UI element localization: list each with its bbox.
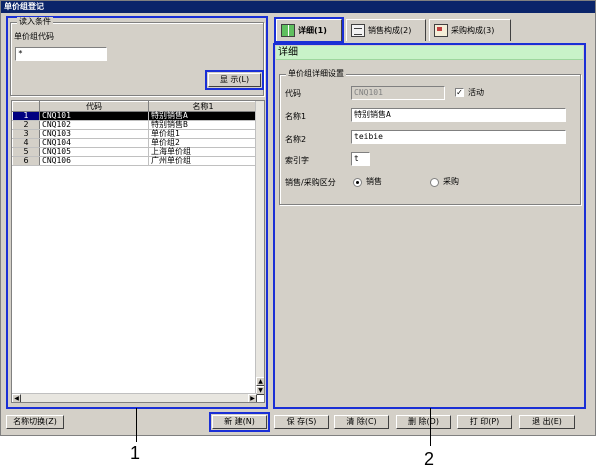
unit-group-code-input[interactable]: * <box>15 47 107 61</box>
name-switch-button[interactable]: 名称切换(Z) <box>6 415 64 429</box>
tab-sales-composition[interactable]: 销售构成(2) <box>346 19 426 41</box>
division-label: 销售/采购区分 <box>285 178 336 187</box>
active-checkbox[interactable]: ✓ <box>455 88 464 97</box>
grid-corner <box>12 101 40 112</box>
grid-vertical-scrollbar[interactable]: ▼ ▲ <box>255 101 264 395</box>
display-button[interactable]: 显 示(L) <box>205 70 264 90</box>
active-label: 活动 <box>468 88 484 97</box>
unit-group-grid[interactable]: 代码 名称1 1 CNQ101 特别销售A 2 CNQ102 特别销售B 3 C… <box>11 100 265 403</box>
scroll-right-icon[interactable]: ▶ <box>248 394 257 402</box>
detail-header: 详细 <box>276 46 583 60</box>
grid-horizontal-scrollbar[interactable]: ◀ ▶ <box>12 393 257 402</box>
clear-button[interactable]: 清 除(C) <box>334 415 389 429</box>
name2-label: 名称2 <box>285 135 307 144</box>
sales-label: 销售 <box>366 177 382 186</box>
detail-settings-group: 单价组详细设置 代码 CNQ101 ✓ 活动 名称1 特别销售A 名称2 tei… <box>279 69 581 205</box>
name1-label: 名称1 <box>285 112 307 121</box>
scroll-left-icon[interactable]: ◀ <box>12 394 21 402</box>
code-label: 代码 <box>285 89 301 98</box>
row-name: 广州单价组 <box>148 156 258 166</box>
row-code: CNQ106 <box>39 156 149 166</box>
detail-settings-title: 单价组详细设置 <box>286 69 346 79</box>
main-window: 单价组登记 读入条件 单价组代码 * 显 示(L) 代码 名称1 1 CNQ10… <box>0 0 596 436</box>
grid-header-name1[interactable]: 名称1 <box>148 101 258 112</box>
name1-field[interactable]: 特别销售A <box>351 108 566 122</box>
index-label: 索引字 <box>285 156 309 165</box>
purchase-label: 采购 <box>443 177 459 186</box>
search-panel: 读入条件 单价组代码 * 显 示(L) 代码 名称1 1 CNQ101 特别销售… <box>6 16 268 409</box>
detail-panel: 详细 单价组详细设置 代码 CNQ101 ✓ 活动 名称1 特别销售A 名称2 … <box>273 43 586 409</box>
tab-purchase-label: 采购构成(3) <box>451 26 495 35</box>
delete-button[interactable]: 删 除(D) <box>396 415 451 429</box>
code-field: CNQ101 <box>351 86 445 100</box>
new-button[interactable]: 新 建(N) <box>209 412 270 432</box>
purchase-radio[interactable] <box>430 178 439 187</box>
callout-line-2 <box>430 408 431 446</box>
tab-sales-label: 销售构成(2) <box>368 26 412 35</box>
row-number: 6 <box>12 156 40 166</box>
document-icon <box>351 24 365 37</box>
index-field[interactable]: t <box>351 152 370 166</box>
unit-group-code-label: 单价组代码 <box>14 32 54 41</box>
read-conditions-group: 读入条件 单价组代码 * 显 示(L) <box>10 17 264 96</box>
callout-line-1 <box>136 408 137 442</box>
sales-radio[interactable] <box>353 178 362 187</box>
exit-button[interactable]: 退 出(E) <box>519 415 575 429</box>
book-icon <box>281 24 295 37</box>
callout-number-1: 1 <box>130 443 141 463</box>
table-row[interactable]: 6 CNQ106 广州单价组 <box>12 156 258 166</box>
tab-purchase-composition[interactable]: 采购构成(3) <box>429 19 511 41</box>
tab-detail-label: 详细(1) <box>298 26 327 35</box>
name2-field[interactable]: teibie <box>351 130 566 144</box>
scroll-up-icon[interactable]: ▲ <box>256 377 264 386</box>
read-conditions-title: 读入条件 <box>17 17 53 27</box>
tab-detail[interactable]: 详细(1) <box>274 17 344 43</box>
cart-icon <box>434 24 448 37</box>
callout-number-2: 2 <box>424 449 435 469</box>
scroll-down-icon[interactable]: ▼ <box>256 386 264 395</box>
print-button[interactable]: 打 印(P) <box>457 415 512 429</box>
save-button[interactable]: 保 存(S) <box>274 415 329 429</box>
grid-header-code[interactable]: 代码 <box>39 101 149 112</box>
window-title: 单价组登记 <box>1 1 595 13</box>
